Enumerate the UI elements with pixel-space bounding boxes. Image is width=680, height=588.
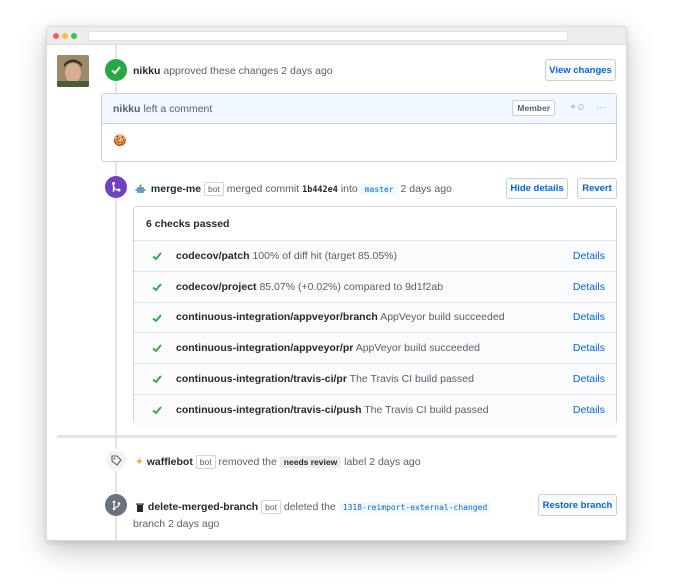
check-details-link[interactable]: Details bbox=[573, 342, 605, 354]
delete-event-summary: delete-merged-branch bot deleted the 131… bbox=[135, 500, 492, 514]
review-summary: nikku approved these changes 2 days ago bbox=[133, 65, 333, 77]
comment-body: 🍪 bbox=[113, 135, 127, 147]
merge-summary: merge-me bot merged commit 1b442e4 into … bbox=[135, 182, 452, 196]
check-row: continuous-integration/travis-ci/pr The … bbox=[134, 363, 616, 394]
avatar[interactable] bbox=[57, 55, 89, 87]
check-row: continuous-integration/appveyor/pr AppVe… bbox=[134, 332, 616, 364]
check-icon bbox=[152, 406, 162, 415]
timeline-divider bbox=[57, 435, 617, 438]
bot-badge: bot bbox=[195, 455, 216, 469]
check-row: codecov/patch 100% of diff hit (target 8… bbox=[134, 240, 616, 271]
check-details-link[interactable]: Details bbox=[573, 250, 605, 262]
review-comment: nikku left a comment Member +☺ ··· 🍪 bbox=[101, 93, 617, 162]
member-badge: Member bbox=[512, 100, 555, 116]
check-context: codecov/patch 100% of diff hit (target 8… bbox=[176, 249, 398, 262]
label-event-summary: ✦ wafflebot bot removed the needs review… bbox=[135, 455, 421, 469]
label-event-suffix: label 2 days ago bbox=[344, 455, 421, 468]
deleted-branch[interactable]: 1318-reimport-external-changed bbox=[338, 501, 492, 513]
label-event-user[interactable]: wafflebot bbox=[147, 456, 193, 468]
merge-icon bbox=[105, 176, 127, 198]
close-window-button[interactable] bbox=[53, 33, 59, 39]
check-context: codecov/project 85.07% (+0.02%) compared… bbox=[176, 280, 444, 293]
label-badge[interactable]: needs review bbox=[279, 456, 342, 468]
comment-user[interactable]: nikku bbox=[113, 103, 140, 115]
check-details-link[interactable]: Details bbox=[573, 311, 605, 323]
check-details-link[interactable]: Details bbox=[573, 373, 605, 385]
bot-badge: bot bbox=[261, 500, 281, 514]
delete-event-suffix: branch 2 days ago bbox=[133, 518, 220, 530]
tag-icon bbox=[105, 449, 127, 471]
merge-into: into bbox=[340, 182, 358, 195]
branch-icon bbox=[105, 494, 127, 516]
minimize-window-button[interactable] bbox=[62, 33, 68, 39]
view-changes-button[interactable]: View changes bbox=[545, 59, 616, 81]
checks-panel: 6 checks passed codecov/patch 100% of di… bbox=[133, 206, 617, 425]
label-event-action: removed the bbox=[218, 455, 277, 468]
merge-action: merged commit bbox=[226, 182, 300, 195]
add-reaction-icon[interactable]: +☺ bbox=[570, 102, 586, 113]
restore-branch-button[interactable]: Restore branch bbox=[538, 494, 617, 516]
check-icon bbox=[152, 344, 162, 353]
merge-user[interactable]: merge-me bbox=[151, 183, 201, 195]
bot-avatar-icon bbox=[135, 184, 146, 195]
hide-details-button[interactable]: Hide details bbox=[506, 178, 568, 199]
merge-time: 2 days ago bbox=[400, 182, 452, 195]
check-details-link[interactable]: Details bbox=[573, 281, 605, 293]
check-icon bbox=[152, 314, 162, 322]
check-badge-icon bbox=[105, 59, 127, 81]
base-branch[interactable]: master bbox=[360, 183, 398, 195]
maximize-window-button[interactable] bbox=[71, 33, 77, 39]
wafflebot-avatar-icon: ✦ bbox=[135, 455, 144, 468]
comment-action: left a comment bbox=[143, 102, 213, 115]
check-context: continuous-integration/appveyor/pr AppVe… bbox=[176, 342, 481, 355]
check-row: continuous-integration/appveyor/branch A… bbox=[134, 301, 616, 333]
revert-button[interactable]: Revert bbox=[577, 178, 617, 199]
review-action: approved these changes 2 days ago bbox=[163, 65, 333, 77]
check-row: continuous-integration/travis-ci/push Th… bbox=[134, 393, 616, 425]
title-bar bbox=[47, 27, 626, 45]
check-icon bbox=[152, 283, 162, 292]
check-context: continuous-integration/travis-ci/pr The … bbox=[176, 373, 474, 386]
delete-event-action: deleted the bbox=[283, 500, 336, 513]
check-context: continuous-integration/appveyor/branch A… bbox=[176, 311, 505, 324]
review-user[interactable]: nikku bbox=[133, 65, 160, 77]
checks-title: 6 checks passed bbox=[146, 217, 230, 230]
check-icon bbox=[152, 375, 162, 384]
check-context: continuous-integration/travis-ci/push Th… bbox=[176, 403, 489, 416]
check-details-link[interactable]: Details bbox=[573, 404, 605, 416]
address-bar[interactable] bbox=[88, 31, 568, 41]
delete-event-user[interactable]: delete-merged-branch bbox=[148, 501, 258, 513]
check-icon bbox=[152, 252, 162, 261]
check-row: codecov/project 85.07% (+0.02%) compared… bbox=[134, 270, 616, 302]
browser-window: nikku approved these changes 2 days ago … bbox=[46, 26, 627, 541]
more-options-icon[interactable]: ··· bbox=[596, 102, 606, 113]
bot-badge: bot bbox=[204, 182, 224, 196]
commit-sha[interactable]: 1b442e4 bbox=[302, 185, 338, 195]
trash-icon bbox=[135, 502, 145, 512]
